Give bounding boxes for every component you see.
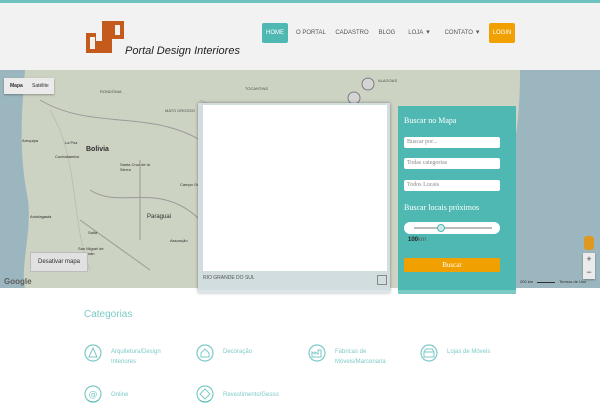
category-arquitetura[interactable]: Arquitetura/Design Interiores bbox=[84, 344, 194, 374]
chevron-down-icon: ▾ bbox=[426, 29, 430, 36]
house-icon bbox=[196, 344, 214, 362]
category-lojas[interactable]: Lojas de Móveis bbox=[420, 344, 510, 374]
factory-icon bbox=[308, 344, 326, 362]
map-popup-content bbox=[203, 105, 387, 271]
login-button[interactable]: LOGIN bbox=[489, 23, 515, 43]
nav-loja-label: LOJA bbox=[408, 30, 424, 36]
site-logo[interactable]: Portal Design Interiores bbox=[84, 19, 240, 59]
nearby-search-title: Buscar locais próximos bbox=[404, 203, 480, 212]
category-label: Lojas de Móveis bbox=[447, 349, 491, 355]
category-online[interactable]: @ Online bbox=[84, 385, 164, 415]
slider-handle[interactable] bbox=[437, 224, 446, 232]
distance-value: 100 bbox=[408, 237, 419, 243]
compass-icon bbox=[84, 344, 102, 362]
tile-icon bbox=[196, 385, 214, 403]
slider-track bbox=[414, 227, 492, 229]
category-revestimento[interactable]: Revestimento/Gesso bbox=[196, 385, 306, 415]
search-button[interactable]: Buscar bbox=[404, 258, 500, 272]
nav-blog[interactable]: BLOG bbox=[378, 23, 396, 43]
categories-title: Categorias bbox=[84, 309, 133, 320]
location-select[interactable]: Todos Locais bbox=[404, 180, 500, 191]
search-panel-title: Buscar no Mapa bbox=[404, 116, 457, 125]
category-label: Decoração bbox=[223, 349, 253, 355]
nav-loja[interactable]: LOJA ▾ bbox=[406, 23, 432, 43]
category-label: Online bbox=[111, 392, 129, 398]
popup-location-label: RIO GRANDE DO SUL bbox=[203, 275, 255, 281]
logo-icon bbox=[86, 21, 124, 53]
distance-unit: km bbox=[418, 237, 427, 243]
site-header: Portal Design Interiores HOME O PORTAL C… bbox=[0, 3, 600, 70]
category-fabricas[interactable]: Fábricas de Móveis/Marcenaria bbox=[308, 344, 408, 374]
category-label: Revestimento/Gesso bbox=[223, 392, 279, 398]
distance-slider[interactable] bbox=[404, 222, 500, 234]
distance-readout: 100km bbox=[408, 237, 426, 243]
category-label: Arquitetura/Design Interiores bbox=[111, 349, 161, 365]
nav-cadastro[interactable]: CADASTRO bbox=[334, 23, 370, 43]
nav-home[interactable]: HOME bbox=[262, 23, 288, 43]
nav-contato-label: CONTATO bbox=[444, 30, 473, 36]
map-search-panel: Buscar no Mapa Buscar por... Todas categ… bbox=[398, 106, 516, 294]
svg-text:@: @ bbox=[89, 390, 98, 400]
chevron-down-icon: ▾ bbox=[475, 29, 480, 36]
search-query-input[interactable]: Buscar por... bbox=[404, 137, 500, 148]
store-icon bbox=[420, 344, 438, 362]
at-icon: @ bbox=[84, 385, 102, 403]
nav-portal[interactable]: O PORTAL bbox=[296, 23, 326, 43]
popup-resize-icon[interactable] bbox=[377, 275, 387, 285]
category-select[interactable]: Todas categorias bbox=[404, 158, 500, 169]
category-label: Fábricas de Móveis/Marcenaria bbox=[335, 349, 386, 365]
logo-text: Portal Design Interiores bbox=[125, 45, 240, 57]
nav-contato[interactable]: CONTATO ▾ bbox=[442, 23, 482, 43]
category-decoracao[interactable]: Decoração bbox=[196, 344, 276, 374]
